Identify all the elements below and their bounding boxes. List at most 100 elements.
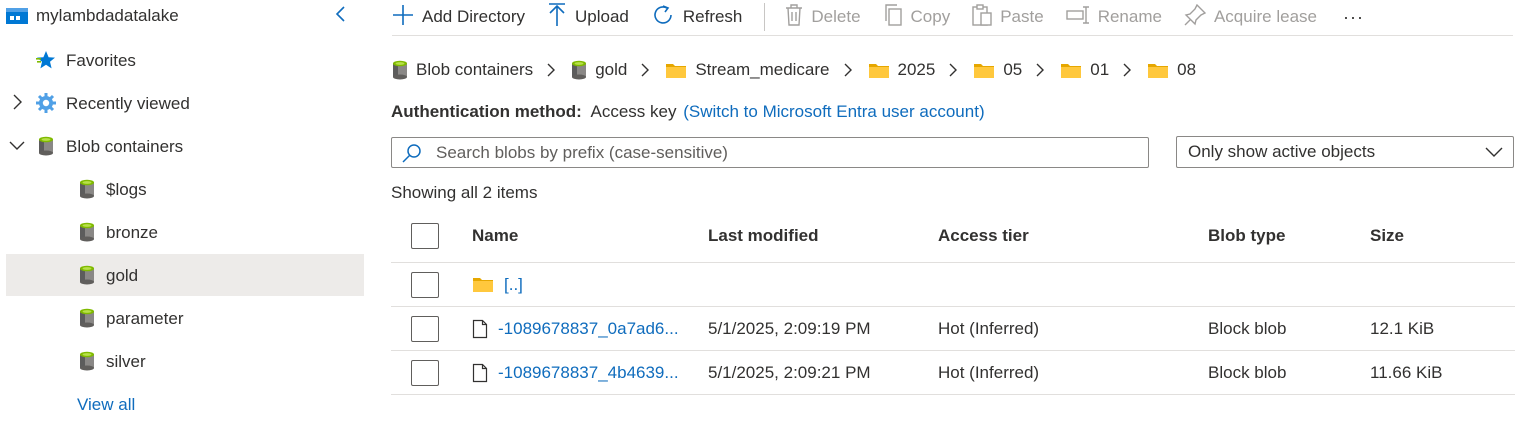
breadcrumb-folder[interactable]: 01 (1060, 60, 1109, 80)
storage-account-icon (6, 7, 28, 30)
sidebar-item-container-silver[interactable]: silver (0, 340, 364, 382)
sidebar-item-container-logs[interactable]: $logs (0, 168, 364, 210)
select-all-checkbox[interactable] (411, 223, 439, 249)
column-header-size[interactable]: Size (1370, 210, 1404, 262)
table-header-row: Name Last modified Access tier Blob type… (391, 210, 1515, 263)
toolbar: Add Directory Upload Refresh Delete Copy… (392, 0, 1515, 34)
folder-icon (1060, 62, 1082, 79)
sidebar-item-label: silver (106, 352, 146, 371)
blob-name-link[interactable]: -1089678837_0a7ad6... (498, 319, 679, 339)
sidebar-account[interactable]: mylambdadatalake (0, 0, 364, 37)
chevron-right-icon (1119, 62, 1135, 78)
collapse-sidebar-icon[interactable] (333, 4, 347, 29)
chevron-right-icon (543, 62, 559, 78)
add-directory-button[interactable]: Add Directory (392, 4, 525, 31)
sidebar-item-favorites[interactable]: Favorites (0, 39, 364, 81)
name-cell: -1089678837_4b4639... (472, 351, 679, 394)
paste-icon (972, 3, 992, 31)
copy-label: Copy (910, 7, 951, 26)
sidebar-item-container-gold[interactable]: gold (6, 254, 364, 296)
delete-button[interactable]: Delete (785, 3, 861, 31)
search-icon (402, 143, 422, 163)
folder-icon (1147, 62, 1169, 79)
row-check-cell (411, 307, 439, 350)
table-row-parent[interactable]: [..] (391, 263, 1515, 307)
chevron-down-icon (1485, 146, 1503, 158)
switch-auth-link[interactable]: (Switch to Microsoft Entra user account) (683, 102, 984, 121)
table-row[interactable]: -1089678837_0a7ad6... 5/1/2025, 2:09:19 … (391, 307, 1515, 351)
last-modified-cell: 5/1/2025, 2:09:21 PM (708, 362, 871, 382)
blob-container-icon (79, 222, 95, 247)
sidebar-item-recently-viewed[interactable]: Recently viewed (0, 82, 364, 124)
access-tier-cell: Hot (Inferred) (938, 318, 1040, 338)
breadcrumb-folder[interactable]: 08 (1147, 60, 1196, 80)
breadcrumb-label: 01 (1090, 60, 1110, 79)
row-check-cell (411, 351, 439, 394)
folder-icon (472, 276, 494, 293)
row-check-cell (411, 263, 439, 306)
chevron-down-icon[interactable] (8, 137, 26, 158)
access-tier-cell: Hot (Inferred) (938, 362, 1040, 382)
row-checkbox[interactable] (411, 271, 439, 298)
column-header-name[interactable]: Name (472, 210, 518, 262)
filter-selected-value: Only show active objects (1188, 142, 1376, 161)
column-header-last-modified[interactable]: Last modified (708, 210, 819, 262)
sidebar-item-container-parameter[interactable]: parameter (0, 297, 364, 339)
sidebar: mylambdadatalake Favorites Recently view… (0, 0, 364, 426)
rename-button[interactable]: Rename (1066, 5, 1162, 29)
blob-type-cell: Block blob (1208, 318, 1287, 338)
acquire-lease-button[interactable]: Acquire lease (1184, 3, 1317, 31)
search-input[interactable] (436, 142, 1116, 163)
more-actions-button[interactable]: ··· (1343, 7, 1364, 28)
refresh-button[interactable]: Refresh (651, 3, 742, 32)
blob-container-icon (38, 136, 54, 161)
row-checkbox[interactable] (411, 315, 439, 342)
parent-folder-link[interactable]: [..] (504, 275, 523, 295)
table-row[interactable]: -1089678837_4b4639... 5/1/2025, 2:09:21 … (391, 351, 1515, 395)
column-header-blob-type[interactable]: Blob type (1208, 210, 1285, 262)
view-all-link[interactable]: View all (77, 395, 135, 415)
toolbar-divider-line (392, 35, 1513, 36)
paste-button[interactable]: Paste (972, 3, 1044, 31)
rename-label: Rename (1097, 7, 1162, 26)
delete-label: Delete (811, 7, 861, 26)
sidebar-item-blob-containers[interactable]: Blob containers (0, 125, 364, 167)
breadcrumb-folder[interactable]: 2025 (868, 60, 935, 80)
blob-container-icon (79, 265, 95, 290)
sidebar-item-label: Recently viewed (66, 94, 190, 113)
blob-container-icon (79, 179, 95, 204)
sidebar-item-container-bronze[interactable]: bronze (0, 211, 364, 253)
upload-button[interactable]: Upload (547, 2, 629, 32)
blob-container-icon (79, 351, 95, 376)
breadcrumb-label: Stream_medicare (695, 60, 830, 79)
plus-icon (392, 4, 414, 31)
breadcrumb: Blob containers gold Stream_medicare 202… (392, 56, 1196, 84)
breadcrumb-folder[interactable]: Stream_medicare (665, 60, 830, 80)
breadcrumb-folder[interactable]: 05 (973, 60, 1022, 80)
breadcrumb-label: 08 (1177, 60, 1197, 79)
blob-name-link[interactable]: -1089678837_4b4639... (498, 363, 679, 383)
select-all-cell (411, 210, 439, 262)
active-objects-filter-dropdown[interactable]: Only show active objects (1176, 136, 1514, 168)
sidebar-item-label: Blob containers (66, 137, 184, 156)
copy-button[interactable]: Copy (883, 3, 951, 31)
copy-icon (883, 3, 903, 31)
breadcrumb-blob-containers[interactable]: Blob containers (392, 60, 533, 80)
trash-icon (785, 3, 803, 31)
rename-icon (1066, 5, 1090, 29)
toolbar-divider (764, 3, 766, 31)
folder-icon (868, 62, 890, 79)
sidebar-item-label: $logs (106, 180, 147, 199)
folder-icon (665, 62, 687, 79)
name-cell: [..] (472, 263, 523, 306)
column-header-access-tier[interactable]: Access tier (938, 210, 1029, 262)
breadcrumb-label: Blob containers (416, 60, 534, 79)
sidebar-item-label: gold (106, 266, 139, 285)
breadcrumb-container-gold[interactable]: gold (571, 60, 627, 80)
chevron-right-icon[interactable] (9, 93, 25, 116)
lease-pin-icon (1184, 3, 1207, 31)
sidebar-item-label: Favorites (66, 51, 136, 70)
row-checkbox[interactable] (411, 359, 439, 386)
last-modified-cell: 5/1/2025, 2:09:19 PM (708, 318, 871, 338)
file-icon (472, 319, 488, 339)
